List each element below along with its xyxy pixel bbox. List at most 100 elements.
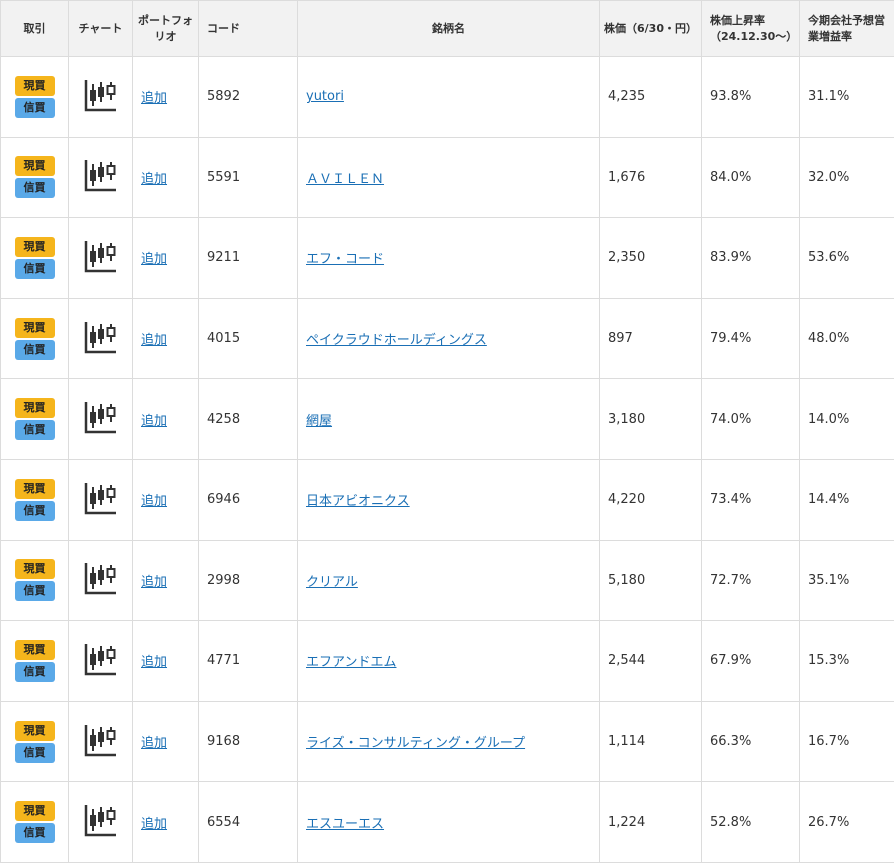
candlestick-chart-icon[interactable] [84, 400, 118, 434]
candlestick-chart-icon[interactable] [84, 561, 118, 595]
stock-name-link[interactable]: ペイクラウドホールディングス [306, 333, 487, 348]
name-cell: ＡＶＩＬＥＮ [297, 136, 600, 219]
chart-cell [68, 700, 133, 783]
portfolio-cell: 追加 [132, 136, 199, 219]
price-cell: 4,235 [599, 56, 702, 138]
portfolio-cell: 追加 [132, 378, 199, 460]
cash-buy-button[interactable]: 現買 [14, 639, 55, 660]
forecast-cell: 35.1% [799, 539, 894, 622]
candlestick-chart-icon[interactable] [84, 158, 118, 192]
margin-buy-button[interactable]: 信買 [14, 742, 55, 763]
stock-name-link[interactable]: クリアル [306, 575, 358, 590]
stock-name-link[interactable]: 網屋 [306, 414, 332, 429]
margin-buy-button[interactable]: 信買 [14, 581, 55, 602]
forecast-cell: 14.0% [799, 378, 894, 460]
forecast-cell: 48.0% [799, 297, 894, 380]
table-body: 現買 信買 追加 5892 yutori 4,235 93.8% 31.1% 現買 信買 追加 559… [0, 56, 894, 863]
price-cell: 5,180 [599, 539, 702, 622]
add-to-portfolio-link[interactable]: 追加 [141, 817, 167, 832]
portfolio-cell: 追加 [132, 217, 199, 299]
candlestick-chart-icon[interactable] [84, 803, 118, 837]
candlestick-chart-icon[interactable] [84, 78, 118, 112]
name-cell: エスユーエス [297, 781, 600, 863]
add-to-portfolio-link[interactable]: 追加 [141, 172, 167, 187]
price-cell: 1,224 [599, 781, 702, 863]
header-trade: 取引 [0, 0, 69, 57]
add-to-portfolio-link[interactable]: 追加 [141, 252, 167, 267]
stock-name-link[interactable]: 日本アビオニクス [306, 494, 410, 509]
cash-buy-button[interactable]: 現買 [14, 75, 55, 96]
rise-rate-cell: 79.4% [701, 297, 800, 380]
code-cell: 5591 [198, 136, 298, 219]
chart-cell [68, 297, 133, 380]
candlestick-chart-icon[interactable] [84, 723, 118, 757]
margin-buy-button[interactable]: 信買 [14, 823, 55, 844]
name-cell: ライズ・コンサルティング・グループ [297, 700, 600, 783]
rise-rate-cell: 93.8% [701, 56, 800, 138]
margin-buy-button[interactable]: 信買 [14, 97, 55, 118]
stock-name-link[interactable]: エフアンドエム [306, 655, 396, 670]
add-to-portfolio-link[interactable]: 追加 [141, 575, 167, 590]
margin-buy-button[interactable]: 信買 [14, 420, 55, 441]
stock-name-link[interactable]: yutori [306, 89, 344, 104]
stock-name-link[interactable]: ライズ・コンサルティング・グループ [306, 736, 525, 751]
header-portfolio: ポートフォリオ [132, 0, 199, 57]
candlestick-chart-icon[interactable] [84, 642, 118, 676]
add-to-portfolio-link[interactable]: 追加 [141, 494, 167, 509]
code-cell: 9168 [198, 700, 298, 783]
stock-name-link[interactable]: ＡＶＩＬＥＮ [306, 172, 384, 187]
cash-buy-button[interactable]: 現買 [14, 398, 55, 419]
table-header-row: 取引 チャート ポートフォリオ コード 銘柄名 株価（6/30・円） 株価上昇率… [0, 0, 894, 57]
forecast-cell: 14.4% [799, 458, 894, 541]
cash-buy-button[interactable]: 現買 [14, 156, 55, 177]
table-row: 現買 信買 追加 2998 クリアル 5,180 72.7% 35.1% [0, 539, 894, 622]
trade-cell: 現買 信買 [0, 56, 69, 138]
chart-cell [68, 56, 133, 138]
chart-cell [68, 217, 133, 299]
table-row: 現買 信買 追加 5892 yutori 4,235 93.8% 31.1% [0, 56, 894, 138]
chart-cell [68, 781, 133, 863]
stock-name-link[interactable]: エスユーエス [306, 817, 384, 832]
rise-rate-cell: 83.9% [701, 217, 800, 299]
margin-buy-button[interactable]: 信買 [14, 178, 55, 199]
candlestick-chart-icon[interactable] [84, 481, 118, 515]
price-cell: 2,350 [599, 217, 702, 299]
margin-buy-button[interactable]: 信買 [14, 339, 55, 360]
margin-buy-button[interactable]: 信買 [14, 258, 55, 279]
header-name: 銘柄名 [297, 0, 600, 57]
cash-buy-button[interactable]: 現買 [14, 720, 55, 741]
add-to-portfolio-link[interactable]: 追加 [141, 91, 167, 106]
code-cell: 6946 [198, 458, 298, 541]
price-cell: 4,220 [599, 458, 702, 541]
name-cell: クリアル [297, 539, 600, 622]
add-to-portfolio-link[interactable]: 追加 [141, 736, 167, 751]
header-code: コード [198, 0, 298, 57]
forecast-cell: 53.6% [799, 217, 894, 299]
chart-cell [68, 136, 133, 219]
margin-buy-button[interactable]: 信買 [14, 661, 55, 682]
header-price: 株価（6/30・円） [599, 0, 702, 57]
add-to-portfolio-link[interactable]: 追加 [141, 333, 167, 348]
trade-cell: 現買 信買 [0, 378, 69, 460]
cash-buy-button[interactable]: 現買 [14, 478, 55, 499]
cash-buy-button[interactable]: 現買 [14, 559, 55, 580]
rise-rate-cell: 52.8% [701, 781, 800, 863]
cash-buy-button[interactable]: 現買 [14, 317, 55, 338]
portfolio-cell: 追加 [132, 620, 199, 702]
name-cell: エフアンドエム [297, 620, 600, 702]
trade-cell: 現買 信買 [0, 136, 69, 219]
stock-name-link[interactable]: エフ・コード [306, 252, 384, 267]
candlestick-chart-icon[interactable] [84, 239, 118, 273]
margin-buy-button[interactable]: 信買 [14, 500, 55, 521]
chart-cell [68, 378, 133, 460]
add-to-portfolio-link[interactable]: 追加 [141, 655, 167, 670]
price-cell: 897 [599, 297, 702, 380]
trade-cell: 現買 信買 [0, 539, 69, 622]
trade-cell: 現買 信買 [0, 297, 69, 380]
candlestick-chart-icon[interactable] [84, 320, 118, 354]
cash-buy-button[interactable]: 現買 [14, 236, 55, 257]
add-to-portfolio-link[interactable]: 追加 [141, 414, 167, 429]
table-row: 現買 信買 追加 9211 エフ・コード 2,350 83.9% 53.6% [0, 217, 894, 299]
cash-buy-button[interactable]: 現買 [14, 801, 55, 822]
table-row: 現買 信買 追加 6554 エスユーエス 1,224 52.8% 26.7% [0, 781, 894, 863]
